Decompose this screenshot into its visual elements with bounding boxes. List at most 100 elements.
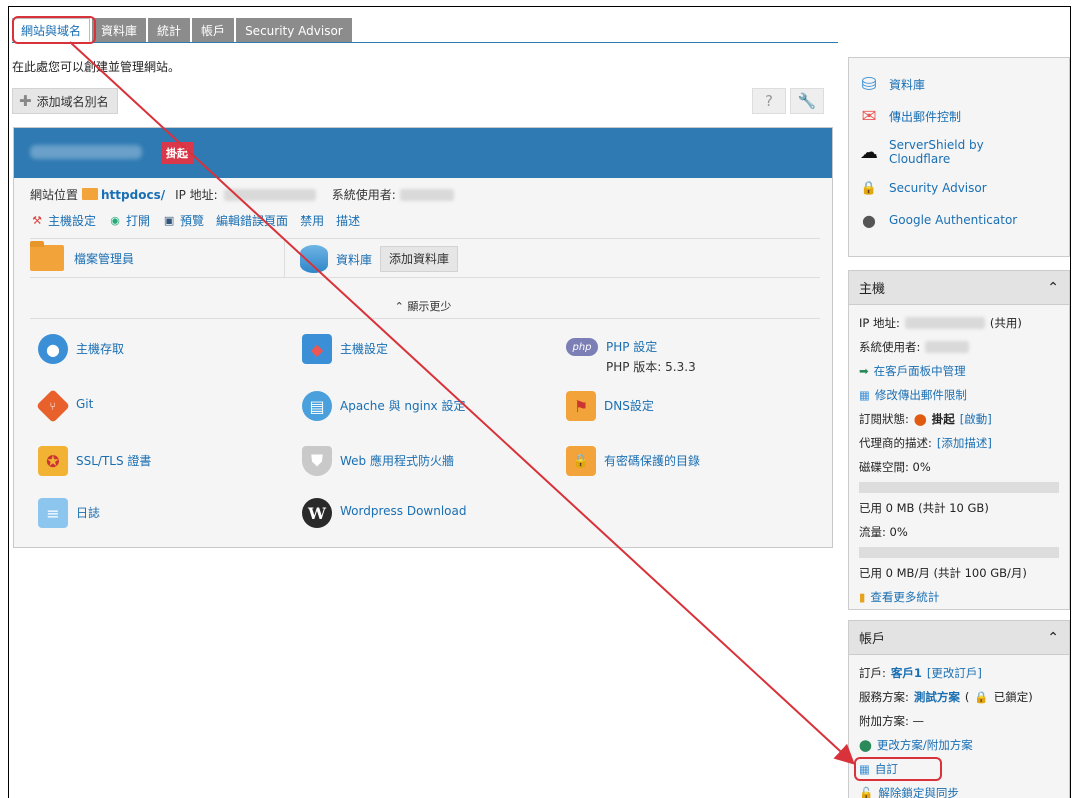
- dns-tool[interactable]: ⚑ DNS設定: [566, 391, 654, 421]
- open-link[interactable]: ◉ 打開: [108, 212, 150, 229]
- sys-user-redacted: [399, 188, 454, 201]
- show-less-label: 顯示更少: [407, 300, 452, 313]
- tab-statistics[interactable]: 統計: [148, 18, 191, 42]
- hosting-settings-link[interactable]: ⚒ 主機設定: [30, 212, 96, 229]
- waf-tool[interactable]: ⛊ Web 應用程式防火牆: [302, 446, 454, 476]
- protected-dirs-tool[interactable]: 🔒 有密碼保護的目錄: [566, 446, 700, 476]
- hosting-shared: (共用): [989, 316, 1022, 330]
- hosting-user-row: 系統使用者:: [849, 335, 1069, 359]
- shield-server-icon: ◆: [302, 334, 332, 364]
- change-subscriber-link[interactable]: [更改訂戶]: [927, 665, 982, 681]
- plan-open-paren: (: [964, 690, 970, 704]
- description-link[interactable]: 描述: [336, 212, 360, 229]
- file-manager-link[interactable]: 檔案管理員: [30, 241, 135, 271]
- database-icon: [300, 245, 328, 273]
- file-manager-label: 檔案管理員: [74, 251, 135, 266]
- enable-link[interactable]: [啟動]: [960, 411, 992, 427]
- disk-progress-bar: [859, 482, 1059, 493]
- sub-status-label: 訂閱狀態:: [859, 412, 909, 426]
- divider: [30, 318, 820, 319]
- git-tool[interactable]: ⑂ Git: [36, 389, 93, 423]
- apache-nginx-tool[interactable]: ▤ Apache 與 nginx 設定: [302, 391, 465, 421]
- apache-nginx-label: Apache 與 nginx 設定: [340, 399, 466, 413]
- site-location[interactable]: httpdocs/: [82, 187, 165, 202]
- ip-redacted: [223, 188, 316, 201]
- dns-label: DNS設定: [604, 399, 654, 413]
- quick-access-row: 檔案管理員 資料庫 添加資料庫: [30, 238, 820, 278]
- hosting-access-tool[interactable]: ● 主機存取: [38, 334, 124, 364]
- domain-card: 掛起 網站位置 httpdocs/ IP 地址: 系統使用者: ⚒ 主機設定 ◉ 打…: [13, 127, 833, 548]
- subscriber-label: 訂戶:: [859, 666, 886, 680]
- plus-icon: ✚: [19, 92, 32, 110]
- tab-security-advisor[interactable]: Security Advisor: [236, 18, 352, 42]
- php-settings-tool[interactable]: php PHP 設定 PHP 版本: 5.3.3: [566, 334, 696, 375]
- tab-account[interactable]: 帳戶: [192, 18, 235, 42]
- chevron-up-icon: ⌃: [1047, 279, 1059, 296]
- add-database-button[interactable]: 添加資料庫: [380, 246, 459, 272]
- tab-bar: 網站與域名 資料庫 統計 帳戶 Security Advisor: [12, 18, 352, 42]
- show-less-toggle[interactable]: ⌃ 顯示更少: [14, 298, 832, 314]
- ext-google-authenticator[interactable]: ● Google Authenticator: [849, 204, 1069, 236]
- authenticator-icon: ●: [862, 210, 876, 230]
- hosting-box: 主機 ⌃ IP 地址: (共用) 系統使用者: ➡ 在客戶面板中管理 ▦ 修改傳…: [848, 270, 1070, 610]
- hosting-settings-tool[interactable]: ◆ 主機設定: [302, 334, 388, 364]
- certificate-icon: ✪: [38, 446, 68, 476]
- warning-icon: ⬤: [913, 412, 927, 426]
- php-icon: php: [566, 338, 598, 356]
- lock-icon: 🔒: [860, 180, 878, 196]
- tab-databases[interactable]: 資料庫: [92, 18, 147, 42]
- customer-link[interactable]: 客戶1: [891, 665, 922, 681]
- locked-folder-icon: 🔒: [566, 446, 596, 476]
- open-icon: ◉: [110, 214, 120, 227]
- document-icon: ≡: [38, 498, 68, 528]
- ext-servershield[interactable]: ☁ ServerShield by Cloudflare: [849, 132, 1069, 172]
- folder-icon: [82, 187, 99, 200]
- add-domain-alias-button[interactable]: ✚ 添加域名別名: [12, 88, 118, 114]
- protected-dirs-label: 有密碼保護的目錄: [604, 454, 701, 468]
- hosting-access-label: 主機存取: [76, 342, 125, 356]
- ext-security-advisor-label: Security Advisor: [889, 181, 987, 195]
- hosting-box-header[interactable]: 主機 ⌃: [849, 271, 1069, 305]
- preview-link[interactable]: ▣ 預覽: [162, 212, 204, 229]
- manage-in-panel-link[interactable]: ➡ 在客戶面板中管理: [849, 359, 1069, 383]
- account-box-title: 帳戶: [859, 632, 886, 647]
- add-description-link[interactable]: [添加描述]: [937, 435, 992, 451]
- tools-button[interactable]: 🔧: [790, 88, 824, 114]
- mail-limit-label: 修改傳出郵件限制: [874, 388, 967, 402]
- cloud-icon: ☁: [860, 141, 878, 163]
- grid-icon: ▦: [859, 388, 870, 402]
- bar-chart-icon: ▮: [859, 590, 866, 604]
- unlock-sync-label: 解除鎖定與同步: [878, 786, 959, 798]
- ext-outgoing-mail[interactable]: ✉ 傳出郵件控制: [849, 100, 1069, 132]
- unlock-sync-link[interactable]: 🔓 解除鎖定與同步: [849, 781, 1069, 798]
- ext-security-advisor[interactable]: 🔒 Security Advisor: [849, 172, 1069, 204]
- more-stats-link[interactable]: ▮ 查看更多統計: [849, 585, 1069, 609]
- shield-icon: ⛊: [302, 446, 332, 476]
- ssl-tool[interactable]: ✪ SSL/TLS 證書: [38, 446, 151, 476]
- wordpress-tool[interactable]: W Wordpress Download: [302, 498, 466, 528]
- tab-websites-domains[interactable]: 網站與域名: [12, 18, 91, 42]
- site-location-label: 網站位置: [30, 188, 79, 202]
- domain-actions: ⚒ 主機設定 ◉ 打開 ▣ 預覽 編輯錯誤頁面 禁用 描述: [30, 212, 360, 229]
- traffic-label: 流量: 0%: [859, 525, 908, 539]
- account-box-header[interactable]: 帳戶 ⌃: [849, 621, 1069, 655]
- ext-outgoing-mail-label: 傳出郵件控制: [889, 109, 962, 124]
- change-plan-link[interactable]: ⬤ 更改方案/附加方案: [849, 733, 1069, 757]
- customize-link[interactable]: ▦ 自訂: [849, 757, 1069, 781]
- ext-databases[interactable]: ⛁ 資料庫: [849, 68, 1069, 100]
- plan-row: 服務方案: 測試方案 ( 🔒 已鎖定): [849, 685, 1069, 709]
- plan-link[interactable]: 測試方案: [914, 689, 960, 705]
- subscription-status-row: 訂閱狀態: ⬤ 掛起 [啟動]: [849, 407, 1069, 431]
- database-link[interactable]: 資料庫: [336, 251, 372, 268]
- suspended-badge: 掛起: [161, 142, 193, 164]
- disable-link[interactable]: 禁用: [300, 212, 324, 229]
- wrench-icon: 🔧: [797, 92, 817, 110]
- ssl-label: SSL/TLS 證書: [76, 454, 152, 468]
- logs-tool[interactable]: ≡ 日誌: [38, 498, 100, 528]
- mail-limit-link[interactable]: ▦ 修改傳出郵件限制: [849, 383, 1069, 407]
- help-button[interactable]: ?: [752, 88, 786, 114]
- globe-icon: ●: [38, 334, 68, 364]
- php-settings-label: PHP 設定: [606, 340, 658, 354]
- edit-error-pages-link[interactable]: 編輯錯誤頁面: [216, 212, 288, 229]
- hosting-box-title: 主機: [859, 282, 886, 297]
